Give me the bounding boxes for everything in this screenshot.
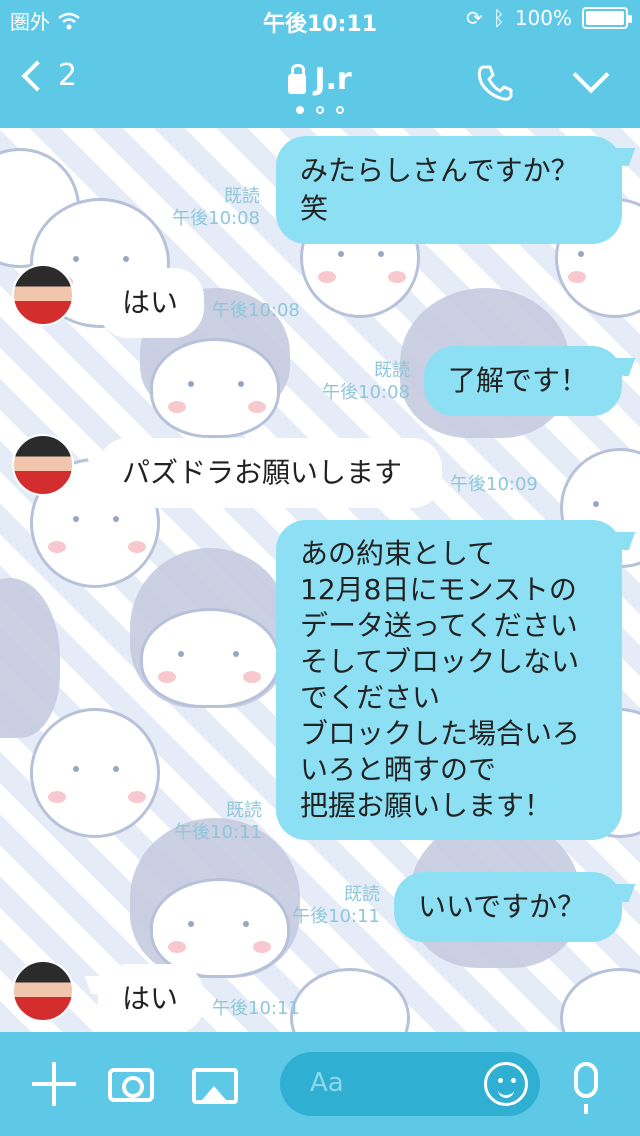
read-receipt: 既読	[344, 884, 380, 905]
plus-icon[interactable]	[32, 1062, 76, 1106]
background-character	[150, 338, 280, 438]
message-time: 午後10:08	[212, 300, 300, 321]
lock-icon	[288, 63, 307, 94]
page-dot	[336, 106, 344, 114]
chat-title[interactable]: J.r	[0, 62, 640, 97]
outgoing-message[interactable]: いいですか？	[394, 872, 622, 942]
outgoing-message[interactable]: あの約束として 12月8日にモンストの データ送ってください そしてブロックしな…	[276, 520, 622, 840]
outgoing-message[interactable]: 了解です！	[424, 346, 622, 416]
background-character	[560, 968, 640, 1032]
message-input[interactable]: Aa	[280, 1052, 540, 1116]
message-input-placeholder: Aa	[310, 1068, 344, 1098]
read-receipt: 既読	[374, 360, 410, 381]
message-meta: 午後10:08	[212, 300, 312, 322]
nav-bar: 2 J.r	[0, 44, 640, 128]
status-bar: 圏外 午後10:11 ⟳ ᛒ 100%	[0, 0, 640, 40]
outgoing-message[interactable]: みたらしさんですか？ 笑	[276, 136, 622, 244]
message-time: 午後10:08	[322, 382, 410, 403]
message-time: 午後10:11	[174, 822, 262, 843]
message-meta: 午後10:11	[212, 998, 312, 1020]
background-character	[140, 608, 280, 708]
message-meta: 既読 午後10:08	[310, 360, 410, 404]
chat-area[interactable]: みたらしさんですか？ 笑 既読 午後10:08 はい 午後10:08 了解です！…	[0, 128, 640, 1032]
avatar[interactable]	[12, 960, 74, 1022]
incoming-message[interactable]: パズドラお願いします	[98, 438, 442, 508]
chat-title-text: J.r	[314, 62, 352, 97]
bluetooth-icon: ᛒ	[492, 6, 505, 30]
microphone-icon[interactable]	[574, 1062, 598, 1114]
page-dot	[296, 106, 304, 114]
message-meta: 既読 午後10:08	[160, 186, 260, 230]
message-meta: 既読 午後10:11	[162, 800, 262, 844]
emoji-icon[interactable]	[484, 1062, 528, 1106]
message-time: 午後10:08	[172, 208, 260, 229]
background-character	[30, 708, 160, 838]
background-character	[150, 878, 290, 978]
page-dot	[316, 106, 324, 114]
avatar[interactable]	[12, 434, 74, 496]
battery-icon	[582, 7, 632, 29]
message-time: 午後10:11	[212, 998, 300, 1019]
message-time: 午後10:11	[292, 906, 380, 927]
image-icon[interactable]	[192, 1068, 238, 1104]
message-meta: 既読 午後10:11	[280, 884, 380, 928]
camera-icon[interactable]	[108, 1068, 154, 1102]
page-indicator	[0, 106, 640, 114]
incoming-message[interactable]: はい	[98, 964, 204, 1032]
incoming-message[interactable]: はい	[98, 268, 204, 338]
composer-bar: Aa	[0, 1032, 640, 1136]
read-receipt: 既読	[226, 800, 262, 821]
avatar[interactable]	[12, 264, 74, 326]
read-receipt: 既読	[224, 186, 260, 207]
phone-icon[interactable]	[476, 64, 514, 102]
rotation-lock-icon: ⟳	[466, 6, 483, 30]
background-character	[0, 578, 60, 738]
message-meta: 午後10:09	[450, 474, 560, 496]
battery-percent: 100%	[514, 6, 572, 30]
header: 圏外 午後10:11 ⟳ ᛒ 100% 2 J.r	[0, 0, 640, 128]
status-right: ⟳ ᛒ 100%	[466, 6, 632, 30]
message-time: 午後10:09	[450, 474, 538, 495]
